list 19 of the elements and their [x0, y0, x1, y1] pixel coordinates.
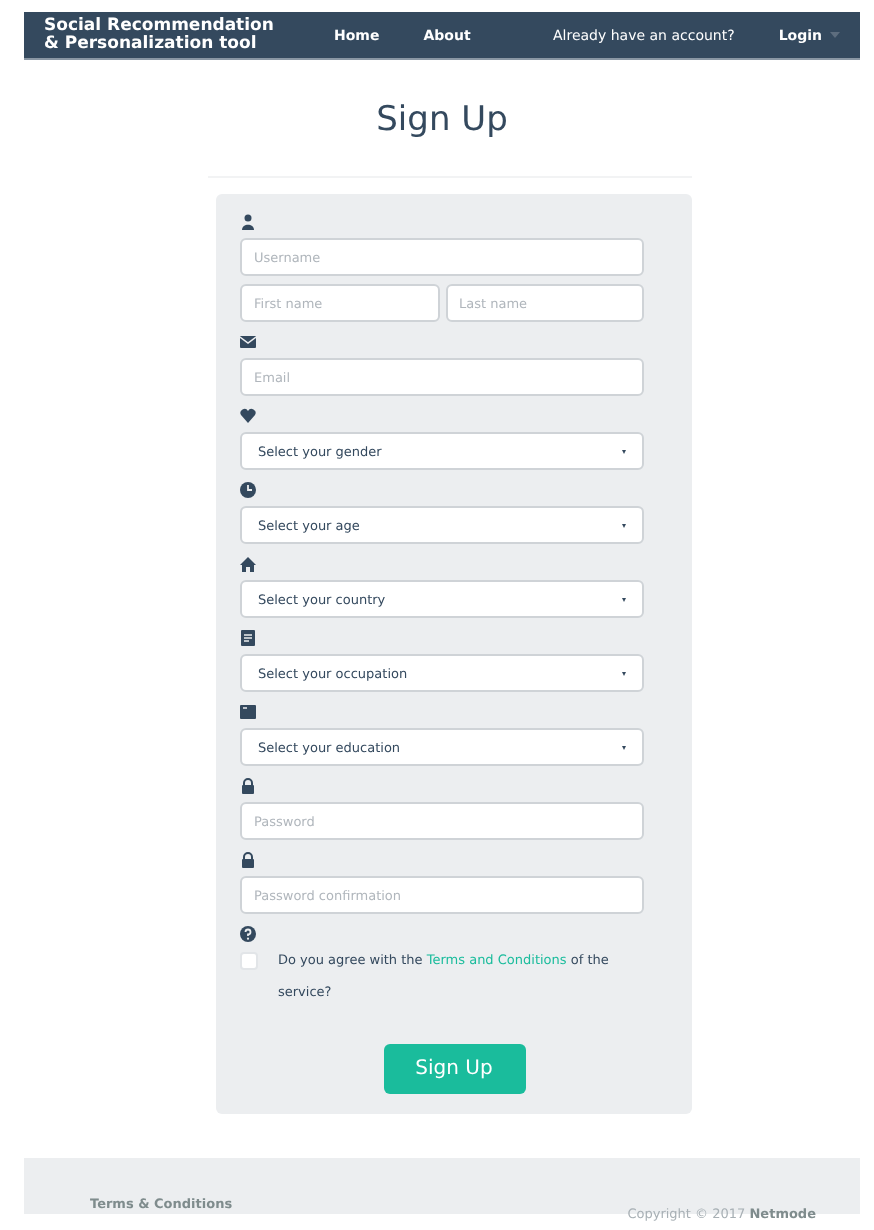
caret-icon: [830, 32, 840, 38]
caret-icon: [622, 521, 626, 529]
brand-title: Social Recommendation & Personalization tool: [44, 17, 276, 53]
lock-icon: [240, 778, 256, 794]
home-icon: [240, 556, 256, 572]
person-icon: [240, 214, 256, 230]
envelope-icon: [240, 334, 256, 350]
caret-icon: [622, 447, 626, 455]
list-icon: [240, 630, 256, 646]
book-icon: [240, 704, 256, 720]
caret-icon: [622, 595, 626, 603]
caret-icon: [622, 743, 626, 751]
caret-icon: [622, 669, 626, 677]
page-title: Sign Up: [376, 100, 508, 140]
clock-icon: [240, 482, 256, 498]
checkbox[interactable]: [240, 952, 258, 970]
heart-icon: [240, 408, 256, 424]
help-icon: [240, 926, 256, 942]
lock-icon: [240, 852, 256, 868]
